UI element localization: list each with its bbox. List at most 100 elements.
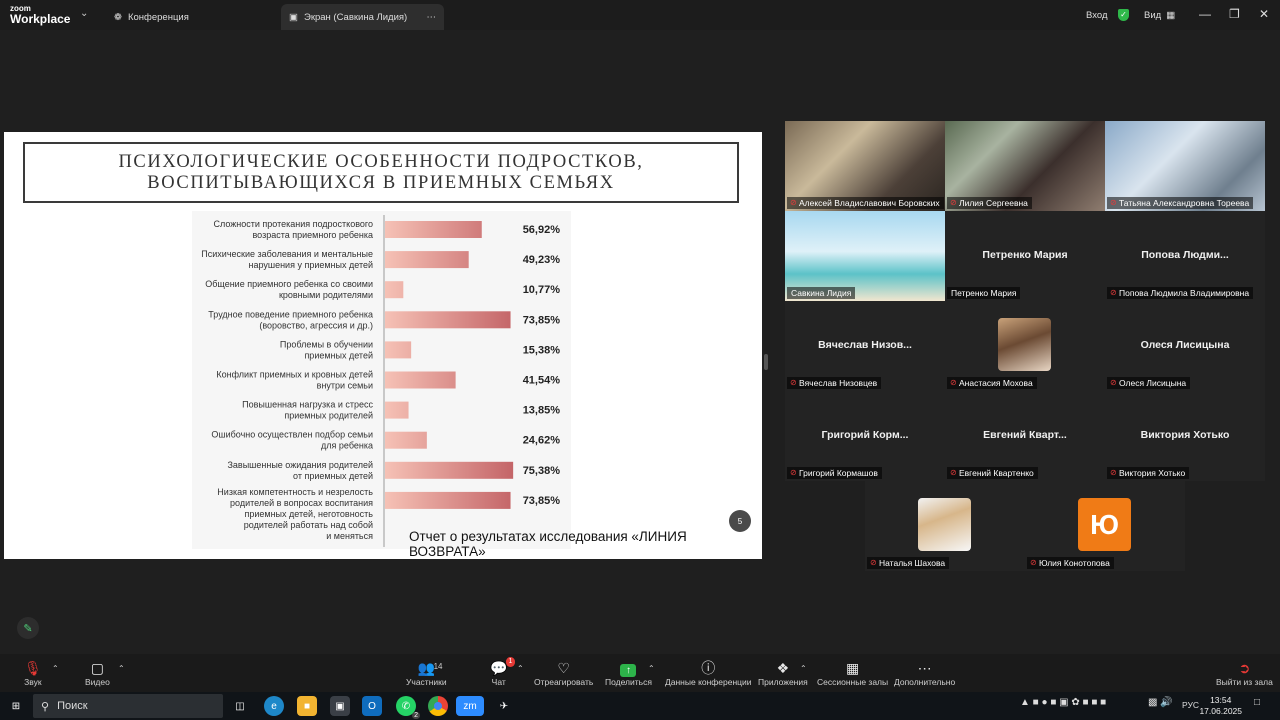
chart-bar (385, 371, 456, 389)
chart-bar (385, 281, 404, 299)
participant-tile[interactable]: Ю ⊘ Юлия Конотопова (1025, 481, 1185, 571)
store-icon[interactable]: ▣ (330, 696, 350, 716)
participant-avatar-letter: Ю (1078, 498, 1131, 551)
tab-screen-label: Экран (Савкина Лидия) (303, 11, 408, 23)
microphone-muted-icon: ⊘ (950, 468, 957, 477)
chart-category-label: Психические заболевания и ментальные нару… (201, 249, 373, 270)
chart-category-line: от приемных детей (293, 471, 373, 481)
network-icon[interactable]: ▩ (1148, 697, 1157, 708)
participant-name-label: ⊘ Татьяна Александровна Тореева (1107, 197, 1254, 209)
microphone-muted-icon: ⊘ (790, 378, 797, 387)
video-options-caret[interactable]: ⌃ (118, 664, 125, 673)
participant-tile[interactable]: ⊘ Татьяна Александровна Тореева (1105, 121, 1265, 211)
participant-display-name: Вячеслав Низов... (818, 339, 912, 351)
notifications-icon[interactable]: □ (1254, 697, 1260, 708)
restore-icon[interactable]: ❐ (1229, 7, 1240, 21)
edge-icon[interactable]: e (264, 696, 284, 716)
taskbar-clock[interactable]: 13:54 17.06.2025 (1199, 695, 1242, 717)
participants-button[interactable]: 👥 14 Участники (406, 659, 447, 687)
participant-display-name: Олеся Лисицына (1140, 339, 1230, 351)
volume-icon[interactable]: 🔊 (1160, 697, 1172, 708)
view-button[interactable]: Вид ▦ (1144, 0, 1175, 30)
participant-tile[interactable]: Попова Людми... ⊘ Попова Людмила Владимиро… (1105, 211, 1265, 301)
chart-category-label: Повышенная нагрузка и стресс приемных род… (242, 400, 373, 421)
participant-tile[interactable]: Виктория Хотько ⊘ Виктория Хотько (1105, 391, 1265, 481)
participant-name: Алексей Владиславович Боровских (799, 198, 940, 208)
participant-tile[interactable]: ⊘ Лилия Сергеевна (945, 121, 1105, 211)
participant-name: Виктория Хотько (1119, 468, 1186, 478)
apps-icon: ❖ (776, 660, 790, 676)
chart-value-label: 10,77% (523, 284, 561, 296)
taskbar-search[interactable]: ⚲ Поиск (33, 694, 223, 718)
participant-name-label: Савкина Лидия (787, 287, 856, 299)
zoom-logo: zoom Workplace (10, 4, 70, 25)
chart-value-label: 73,85% (523, 314, 561, 326)
share-options-caret[interactable]: ⌃ (648, 664, 655, 673)
app-icon[interactable]: ✈ (494, 696, 514, 716)
participant-name-label: ⊘ Наталья Шахова (867, 557, 950, 569)
chart-category-line: для ребенка (321, 441, 373, 451)
chart-category-line: нарушения у приемных детей (248, 260, 373, 270)
participant-name-label: ⊘ Юлия Конотопова (1027, 557, 1114, 569)
chat-options-caret[interactable]: ⌃ (517, 664, 524, 673)
signin-button[interactable]: Вход (1086, 0, 1108, 30)
participant-name: Попова Людмила Владимировна (1119, 288, 1250, 298)
tray-icons[interactable]: ▲ ■ ● ■ ▣ ✿ ■ ■ ■ (1020, 697, 1106, 708)
slide-footer: Отчет о результатах исследования «ЛИНИЯ … (409, 529, 687, 559)
leave-button[interactable]: ➲ Выйти из зала (1216, 659, 1273, 687)
meeting-info-button[interactable]: ⓘ Данные конференции (665, 659, 752, 687)
video-button[interactable]: ▢ Видео (85, 659, 110, 687)
tab-conference[interactable]: ❁ Конференция (106, 4, 276, 30)
participant-tile[interactable]: Олеся Лисицына ⊘ Олеся Лисицына (1105, 301, 1265, 391)
participant-tile[interactable]: Вячеслав Низов... ⊘ Вячеслав Низовцев (785, 301, 945, 391)
panel-resize-handle[interactable] (764, 354, 768, 370)
chart-category-line: приемных детей, неготовность (244, 509, 373, 519)
tab-screen-share[interactable]: ▣ Экран (Савкина Лидия) ⋯ (281, 4, 444, 30)
participant-tile[interactable]: Савкина Лидия (785, 211, 945, 301)
chat-button[interactable]: 💬 1 Чат (490, 657, 516, 687)
participant-tile[interactable]: Петренко Мария Петренко Мария (945, 211, 1105, 301)
windows-start-icon[interactable]: ⊞ (6, 696, 26, 716)
chart-bar (385, 491, 511, 509)
more-options-icon[interactable]: ⋯ (427, 12, 437, 23)
chart-category-line: Общение приемного ребенка со своими (205, 279, 373, 289)
breakout-rooms-button[interactable]: ▦ Сессионные залы (817, 659, 888, 687)
chart-category-line: Повышенная нагрузка и стресс (242, 400, 373, 410)
more-button[interactable]: ⋯ Дополнительно (894, 659, 955, 687)
participant-name-label: Петренко Мария (947, 287, 1021, 299)
close-icon[interactable]: ✕ (1259, 7, 1269, 21)
zoom-taskbar-icon[interactable]: zm (456, 696, 484, 716)
chart-bar (385, 401, 409, 419)
participant-tile[interactable]: ⊘ Наталья Шахова (865, 481, 1025, 571)
microphone-muted-icon: ⊘ (1110, 378, 1117, 387)
video-camera-icon: ▢ (90, 660, 105, 676)
chrome-icon[interactable] (428, 696, 448, 716)
shield-icon[interactable]: ✓ (1118, 0, 1129, 30)
chart-category-line: возраста приемного ребенка (253, 230, 374, 240)
file-explorer-icon[interactable]: ■ (297, 696, 317, 716)
chart-bar (385, 311, 511, 329)
microphone-muted-icon: 🎙 (24, 660, 42, 676)
participant-tile[interactable]: Евгений Кварт... ⊘ Евгений Квартенко (945, 391, 1105, 481)
input-language[interactable]: РУС (1182, 700, 1199, 710)
annotate-pen-icon[interactable]: ✎ (17, 617, 39, 639)
outlook-icon[interactable]: O (362, 696, 382, 716)
participant-tile[interactable]: ⊘ Алексей Владиславович Боровских (785, 121, 945, 211)
apps-options-caret[interactable]: ⌃ (800, 664, 807, 673)
microphone-muted-icon: ⊘ (950, 378, 957, 387)
participant-tile[interactable]: Григорий Корм... ⊘ Григорий Кормашов (785, 391, 945, 481)
whatsapp-icon[interactable]: ✆ 2 (396, 696, 420, 719)
task-view-icon[interactable]: ◫ (230, 696, 250, 716)
participant-avatar (998, 318, 1051, 371)
react-button[interactable]: ♡ Отреагировать (534, 659, 593, 687)
minimize-icon[interactable]: — (1199, 7, 1211, 21)
share-button[interactable]: ↑ Поделиться (605, 659, 652, 687)
chart-category-line: приемных родителей (284, 411, 373, 421)
participant-avatar (918, 498, 971, 551)
audio-options-caret[interactable]: ⌃ (52, 664, 59, 673)
whatsapp-badge: 2 (412, 712, 420, 719)
audio-button[interactable]: 🎙 Звук (24, 659, 42, 687)
participant-tile[interactable]: ⊘ Анастасия Мохова (945, 301, 1105, 391)
participant-name-label: ⊘ Виктория Хотько (1107, 467, 1190, 479)
chevron-down-icon[interactable]: ⌄ (80, 8, 88, 19)
